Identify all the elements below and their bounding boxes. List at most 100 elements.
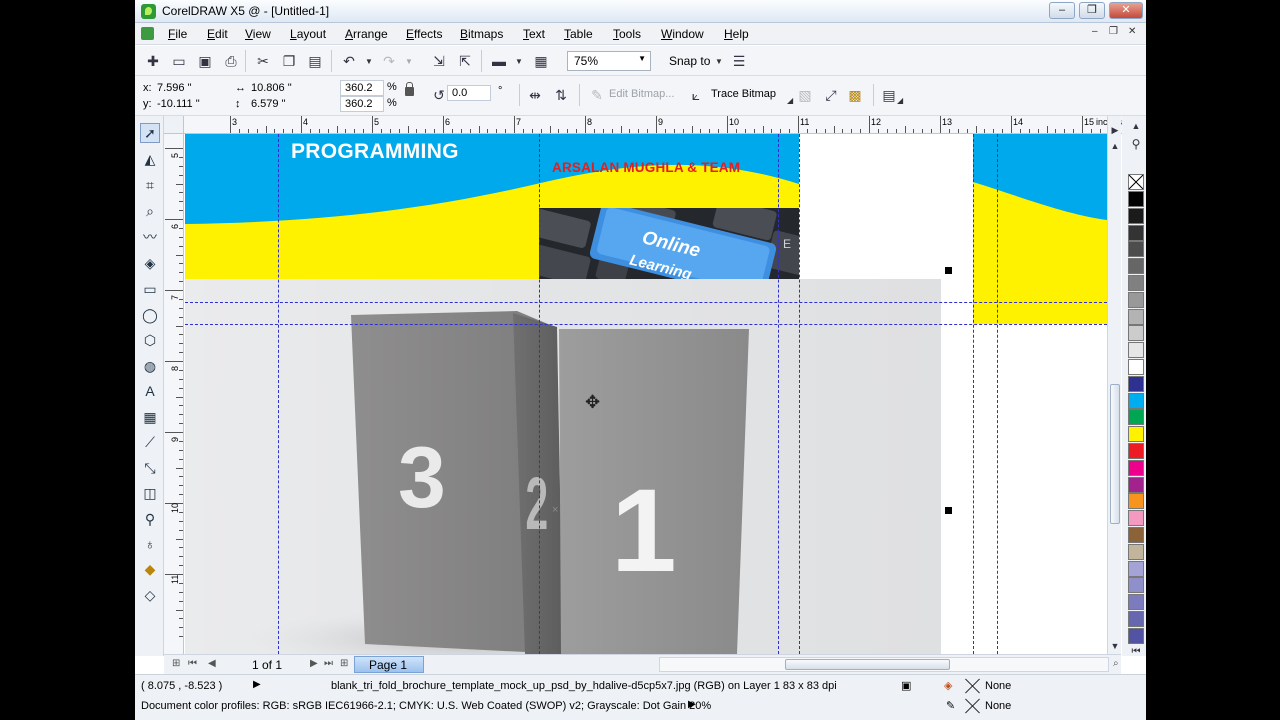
edit-bitmap-icon[interactable]: ✎ bbox=[589, 87, 605, 103]
vertical-ruler[interactable]: 5 6 7 8 9 10 11 bbox=[164, 134, 184, 654]
color-proof-icon[interactable]: ▣ bbox=[901, 679, 911, 692]
smart-fill-tool-icon[interactable]: ◈ bbox=[140, 253, 160, 273]
scale-y-field[interactable]: 360.2 bbox=[340, 96, 384, 112]
add-page-before-icon[interactable]: ⊞ bbox=[172, 658, 180, 669]
menu-window[interactable]: Window bbox=[661, 27, 704, 41]
profiles-expand-arrow[interactable]: ▶ bbox=[688, 699, 696, 710]
color-swatch[interactable] bbox=[1128, 392, 1144, 409]
color-swatch[interactable] bbox=[1128, 207, 1144, 224]
color-swatch[interactable] bbox=[1128, 543, 1144, 560]
menu-table[interactable]: Table bbox=[564, 27, 593, 41]
undo-icon[interactable]: ↶ bbox=[341, 53, 357, 69]
last-page-button[interactable]: ⏭ bbox=[324, 658, 333, 669]
document-icon[interactable] bbox=[141, 27, 154, 40]
snap-to-button[interactable]: Snap to bbox=[669, 54, 710, 68]
horizontal-scroll-thumb[interactable] bbox=[785, 659, 950, 670]
palette-scroll-up-icon[interactable]: ▲ bbox=[1128, 118, 1144, 134]
scroll-up-icon[interactable]: ▲ bbox=[1107, 138, 1123, 154]
eyedropper-icon[interactable]: ⚲ bbox=[1128, 136, 1144, 152]
open-folder-icon[interactable]: ▭ bbox=[171, 53, 187, 69]
ruler-origin[interactable] bbox=[164, 116, 184, 134]
color-swatch[interactable] bbox=[1128, 493, 1144, 510]
color-swatch[interactable] bbox=[1128, 275, 1144, 291]
table-tool-icon[interactable]: ▦ bbox=[140, 407, 160, 427]
color-swatch[interactable] bbox=[1128, 224, 1144, 241]
color-swatch[interactable] bbox=[1128, 527, 1144, 543]
y-position-field[interactable]: -10.111 " bbox=[157, 98, 200, 110]
width-field[interactable]: 10.806 " bbox=[251, 82, 292, 94]
palette-expand-icon[interactable]: ⏮ bbox=[1128, 644, 1144, 660]
next-page-button[interactable]: ▶ bbox=[310, 658, 318, 669]
menu-tools[interactable]: Tools bbox=[613, 27, 641, 41]
pick-tool-icon[interactable]: ➚ bbox=[140, 123, 160, 143]
new-document-icon[interactable]: ✚ bbox=[145, 53, 161, 69]
save-icon[interactable]: ▣ bbox=[197, 53, 213, 69]
scale-x-field[interactable]: 360.2 bbox=[340, 80, 384, 96]
guideline-vertical[interactable] bbox=[278, 134, 279, 654]
undo-dropdown[interactable]: ▼ bbox=[365, 57, 373, 66]
import-icon[interactable]: ⇲ bbox=[431, 53, 447, 69]
no-color-swatch[interactable] bbox=[1128, 174, 1144, 190]
status-expand-arrow[interactable]: ▶ bbox=[253, 679, 261, 690]
menu-edit[interactable]: Edit bbox=[207, 27, 228, 41]
color-swatch[interactable] bbox=[1128, 594, 1144, 611]
dimension-tool-icon[interactable]: ⟋ bbox=[140, 432, 160, 452]
close-button[interactable]: ✕ bbox=[1109, 2, 1143, 19]
color-swatch[interactable] bbox=[1128, 325, 1144, 342]
freehand-tool-icon[interactable]: 〰 bbox=[140, 227, 160, 247]
rectangle-tool-icon[interactable]: ▭ bbox=[140, 279, 160, 299]
menu-layout[interactable]: Layout bbox=[290, 27, 326, 41]
edit-bitmap-button[interactable]: Edit Bitmap... bbox=[609, 88, 674, 100]
color-swatch[interactable] bbox=[1128, 577, 1144, 594]
lock-ratio-icon[interactable] bbox=[405, 82, 414, 96]
outline-pen-tool-icon[interactable]: ♁ bbox=[140, 534, 160, 554]
drawing-canvas[interactable]: 3 2 1 PROGRAMMING ARSALAN MUGHLA & TEAM bbox=[185, 134, 1107, 654]
color-swatch[interactable] bbox=[1128, 241, 1144, 258]
guideline-vertical[interactable] bbox=[799, 134, 800, 654]
color-swatch[interactable] bbox=[1128, 611, 1144, 627]
crop-tool-icon[interactable]: ⌗ bbox=[140, 175, 160, 195]
fill-tool-icon[interactable]: ◆ bbox=[140, 559, 160, 579]
cut-icon[interactable]: ✂ bbox=[255, 53, 271, 69]
brochure-mockup-image[interactable]: 3 2 1 bbox=[185, 279, 941, 654]
trace-bitmap-dropdown[interactable]: ◢ bbox=[787, 96, 793, 105]
color-swatch[interactable] bbox=[1128, 375, 1144, 392]
color-swatch[interactable] bbox=[1128, 426, 1144, 443]
outline-pen-icon[interactable]: ✎ bbox=[946, 699, 955, 712]
selection-handle[interactable] bbox=[945, 267, 952, 274]
horizontal-ruler[interactable]: inches 3456789101112131415 bbox=[184, 116, 1127, 134]
first-page-button[interactable]: ⏮ bbox=[188, 658, 197, 669]
trace-bitmap-button[interactable]: Trace Bitmap bbox=[711, 88, 776, 100]
ellipse-tool-icon[interactable]: ◯ bbox=[140, 305, 160, 325]
color-swatch[interactable] bbox=[1128, 560, 1144, 577]
menu-text[interactable]: Text bbox=[523, 27, 545, 41]
color-swatch[interactable] bbox=[1128, 627, 1144, 644]
interactive-fill-tool-icon[interactable]: ◇ bbox=[140, 585, 160, 605]
mirror-vertical-icon[interactable]: ⇅ bbox=[553, 87, 569, 103]
page-tab[interactable]: Page 1 bbox=[354, 656, 424, 673]
previous-page-button[interactable]: ◀ bbox=[208, 658, 216, 669]
wrap-text-icon[interactable]: ▤ bbox=[881, 87, 897, 103]
scroll-down-icon[interactable]: ▼ bbox=[1107, 638, 1123, 654]
color-swatch[interactable] bbox=[1128, 191, 1144, 207]
menu-help[interactable]: Help bbox=[724, 27, 749, 41]
fill-color-icon[interactable]: ◈ bbox=[944, 679, 952, 692]
brochure-back-banner[interactable] bbox=[973, 134, 1107, 324]
basic-shapes-tool-icon[interactable]: ◍ bbox=[140, 356, 160, 376]
shape-tool-icon[interactable]: ◭ bbox=[140, 149, 160, 169]
text-tool-icon[interactable]: A bbox=[140, 381, 160, 401]
doc-restore-button[interactable]: ❐ bbox=[1109, 26, 1118, 37]
connector-tool-icon[interactable]: ⤡ bbox=[140, 458, 160, 478]
redo-dropdown[interactable]: ▼ bbox=[405, 57, 413, 66]
color-swatch[interactable] bbox=[1128, 409, 1144, 426]
bitmap-color-mask-icon[interactable]: ▩ bbox=[847, 87, 863, 103]
menu-effects[interactable]: Effects bbox=[406, 27, 442, 41]
print-icon[interactable]: ⎙ bbox=[223, 53, 239, 69]
welcome-screen-icon[interactable]: ▦ bbox=[533, 53, 549, 69]
guideline-vertical[interactable] bbox=[539, 134, 540, 654]
color-swatch[interactable] bbox=[1128, 308, 1144, 325]
rotation-field[interactable]: 0.0 bbox=[447, 85, 491, 101]
color-swatch[interactable] bbox=[1128, 476, 1144, 493]
x-position-field[interactable]: 7.596 " bbox=[157, 82, 192, 94]
menu-arrange[interactable]: Arrange bbox=[345, 27, 388, 41]
